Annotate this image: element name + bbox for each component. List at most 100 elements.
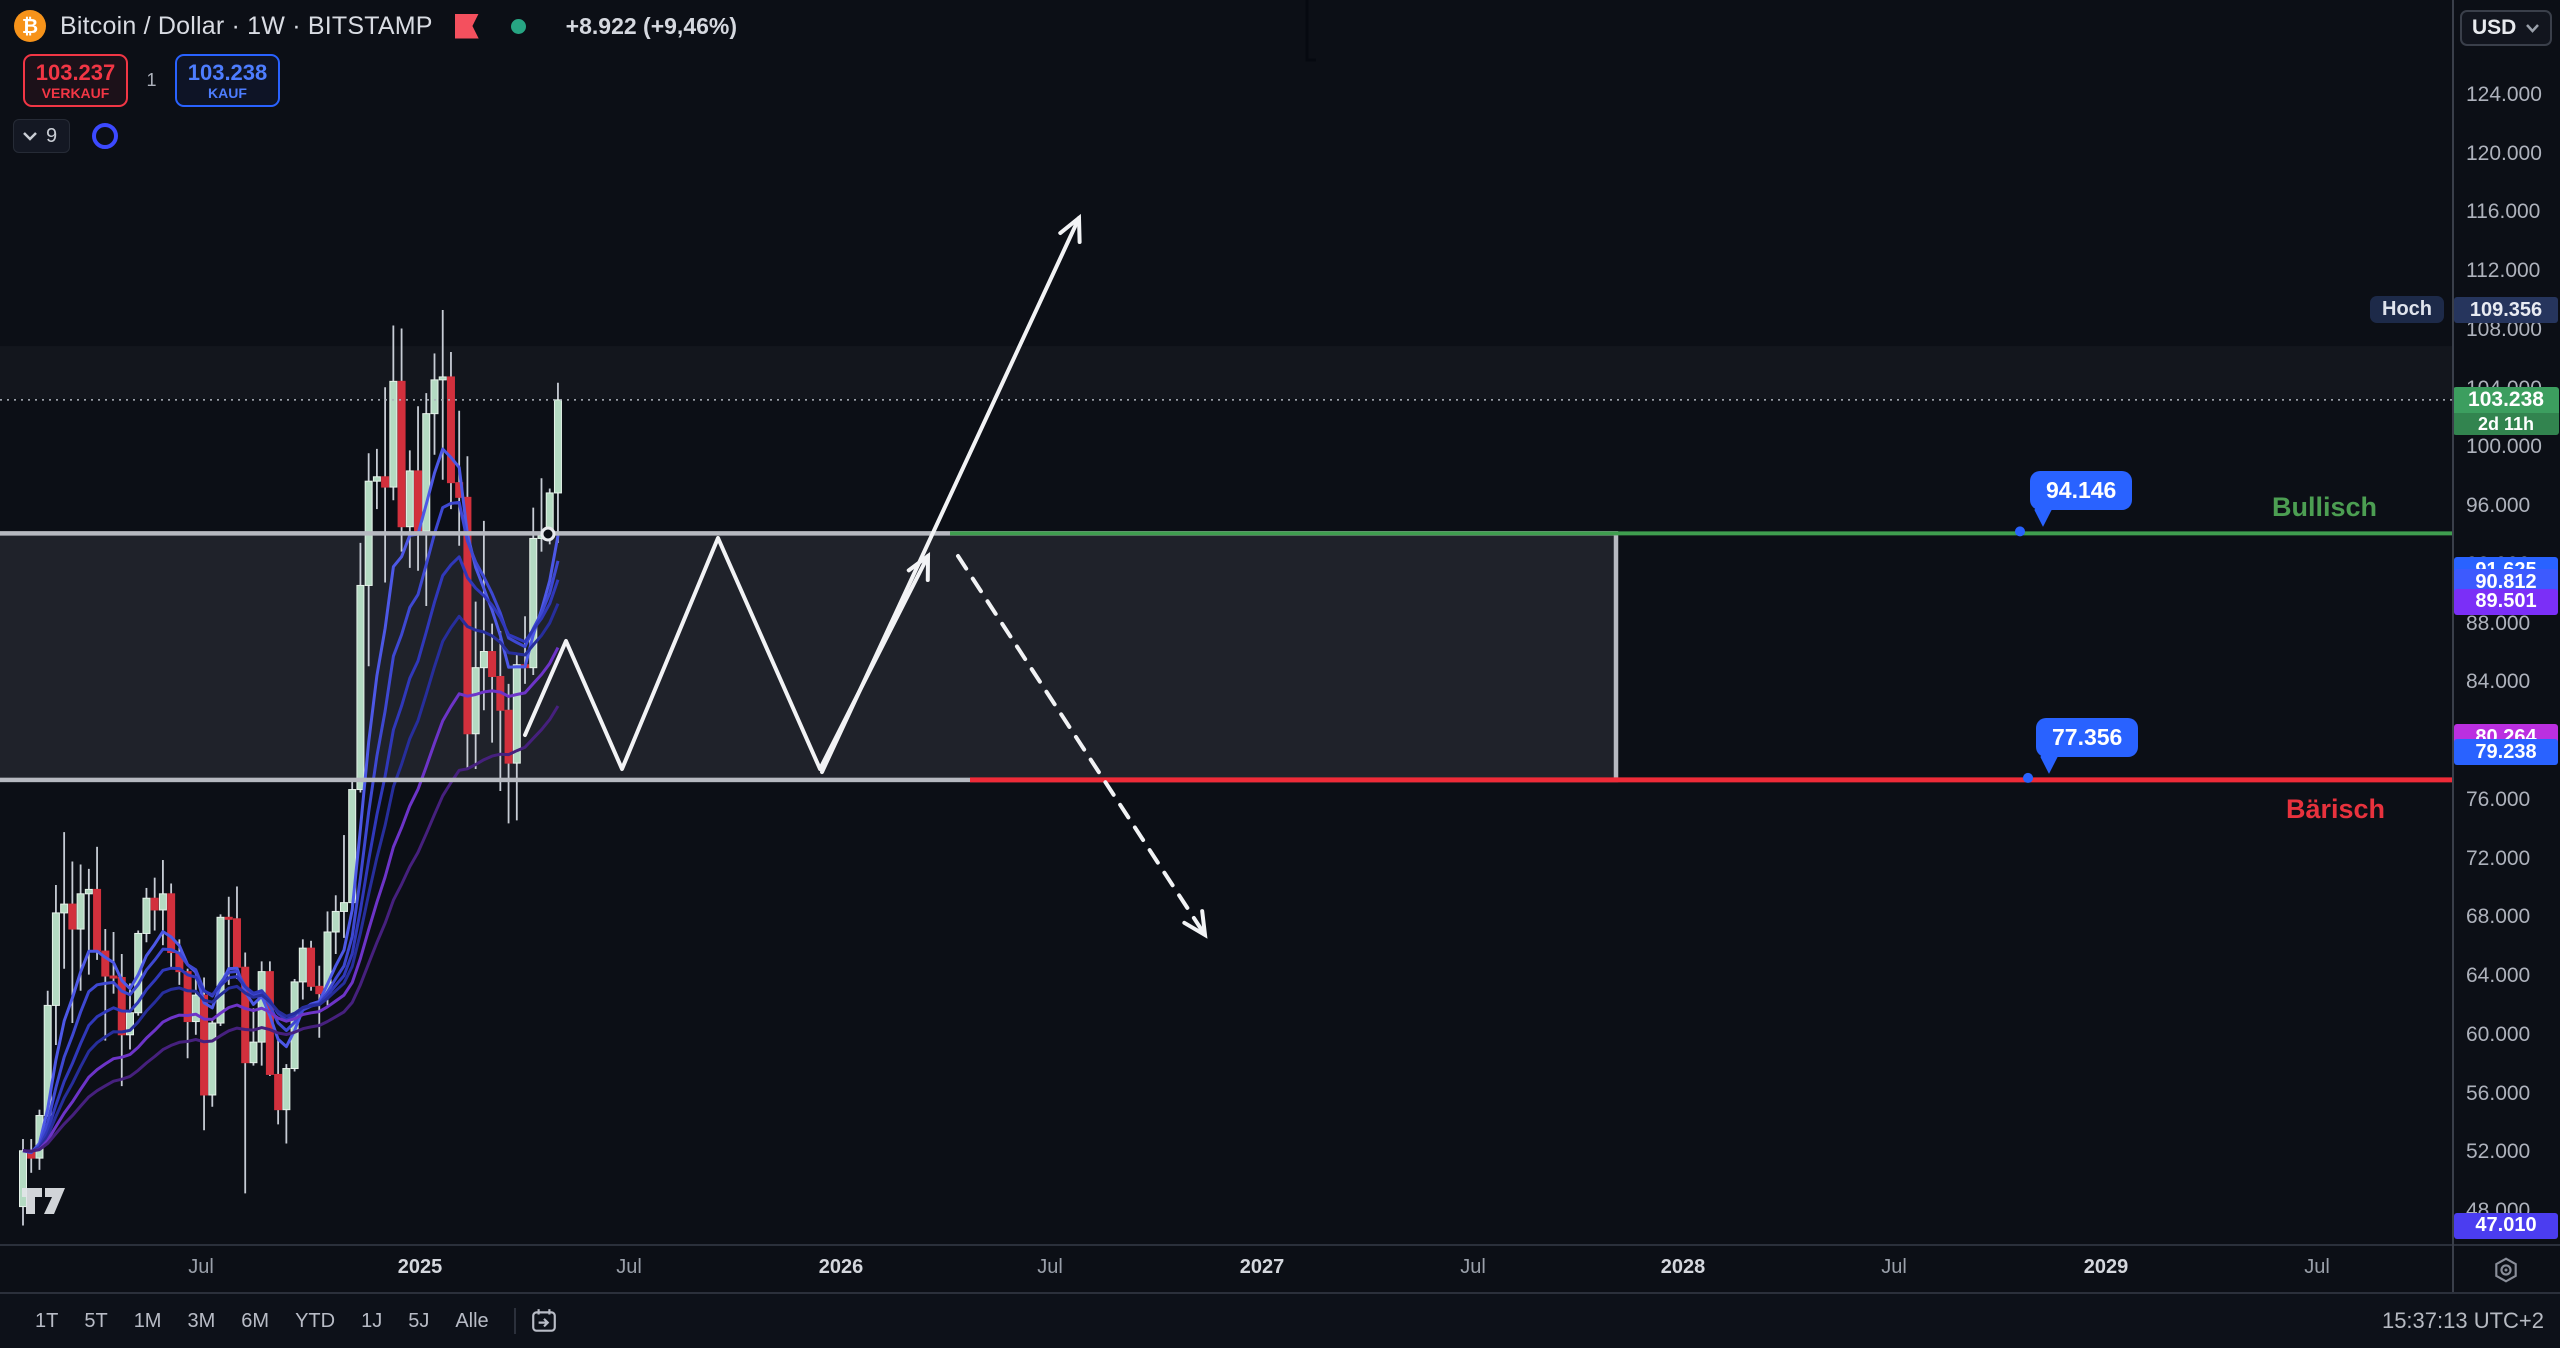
buy-price: 103.238 xyxy=(188,61,268,84)
candle-body xyxy=(69,904,76,929)
range-button-5t[interactable]: 5T xyxy=(73,1306,118,1337)
candle-body xyxy=(406,471,413,527)
candle-body xyxy=(382,477,389,487)
candle-body xyxy=(233,919,240,967)
market-status-icon[interactable] xyxy=(511,19,526,34)
bitcoin-icon: ₿ xyxy=(14,10,46,42)
price-tick-label: 76.000 xyxy=(2466,788,2530,812)
drawing-anchor-handle xyxy=(542,528,554,540)
indicator-logo-icon[interactable] xyxy=(92,123,118,149)
price-axis[interactable]: USD 124.000120.000116.000112.000108.0001… xyxy=(2452,0,2560,1244)
current-price-value: 103.238 xyxy=(2453,387,2559,413)
candle-body xyxy=(159,894,166,910)
high-price-label: Hoch xyxy=(2370,296,2444,323)
time-tick-label: 2027 xyxy=(1240,1256,1285,1279)
range-button-ytd[interactable]: YTD xyxy=(284,1306,346,1337)
time-tick-label: 2025 xyxy=(398,1256,443,1279)
symbol-title[interactable]: Bitcoin / Dollar · 1W · BITSTAMP xyxy=(60,12,433,41)
candle-body xyxy=(110,976,117,978)
price-level-badge: 79.238 xyxy=(2454,739,2558,765)
axis-separator xyxy=(2452,0,2454,1292)
price-tick-label: 56.000 xyxy=(2466,1082,2530,1106)
candle-body xyxy=(390,381,397,487)
candle-body xyxy=(299,948,306,982)
toolbar-divider xyxy=(514,1308,516,1334)
bottom-toolbar: 1T5T1M3M6MYTD1J5JAlle 15:37:13 UTC+2 xyxy=(0,1292,2560,1348)
chart-surface[interactable]: ₿ Bitcoin / Dollar · 1W · BITSTAMP +8.92… xyxy=(0,0,2452,1244)
candle-body xyxy=(225,917,232,919)
price-tick-label: 88.000 xyxy=(2466,612,2530,636)
currency-selector[interactable]: USD xyxy=(2460,10,2552,46)
candle-body xyxy=(357,585,364,789)
price-scale-eye-icon xyxy=(2492,1256,2520,1284)
bearish-level-label: Bärisch xyxy=(2286,794,2385,825)
range-button-6m[interactable]: 6M xyxy=(230,1306,280,1337)
candle-body xyxy=(554,400,561,493)
candle-body xyxy=(447,377,454,483)
bearish-price-callout[interactable]: 77.356 xyxy=(2036,718,2138,757)
time-axis[interactable]: Jul2025Jul2026Jul2027Jul2028Jul2029Jul xyxy=(0,1244,2452,1294)
candle-body xyxy=(398,381,405,526)
candle-body xyxy=(480,652,487,668)
flag-icon[interactable] xyxy=(455,14,479,39)
price-tick-label: 112.000 xyxy=(2466,259,2540,283)
range-button-1j[interactable]: 1J xyxy=(350,1306,393,1337)
candle-body xyxy=(250,1042,257,1063)
crosshair-artifact xyxy=(1307,0,1316,60)
price-tick-label: 100.000 xyxy=(2466,435,2542,459)
indicator-count: 9 xyxy=(46,125,57,148)
range-button-1m[interactable]: 1M xyxy=(123,1306,173,1337)
candle-body xyxy=(489,652,496,677)
callout-anchor-dot xyxy=(2015,526,2025,536)
price-tick-label: 72.000 xyxy=(2466,847,2530,871)
buy-button[interactable]: 103.238 KAUF xyxy=(175,54,280,107)
price-level-badge: 47.010 xyxy=(2454,1213,2558,1239)
candle-body xyxy=(275,1074,282,1109)
candlestick-chart[interactable] xyxy=(0,0,2452,1244)
price-level-badge: 109.356 xyxy=(2454,297,2558,323)
sell-price: 103.237 xyxy=(36,61,116,84)
spread-value: 1 xyxy=(128,70,175,91)
candle-body xyxy=(151,898,158,910)
price-tick-label: 68.000 xyxy=(2466,905,2530,929)
candle-body xyxy=(52,913,59,1006)
price-change: +8.922 (+9,46%) xyxy=(566,13,737,40)
candle-body xyxy=(332,911,339,932)
price-tick-label: 52.000 xyxy=(2466,1140,2530,1164)
candle-body xyxy=(316,986,323,993)
time-tick-label: 2026 xyxy=(819,1256,864,1279)
time-tick-label: Jul xyxy=(1881,1256,1907,1279)
sell-button[interactable]: 103.237 VERKAUF xyxy=(23,54,128,107)
range-button-alle[interactable]: Alle xyxy=(444,1306,499,1337)
clock[interactable]: 15:37:13 UTC+2 xyxy=(2382,1308,2544,1334)
range-button-3m[interactable]: 3M xyxy=(176,1306,226,1337)
time-tick-label: Jul xyxy=(616,1256,642,1279)
candle-body xyxy=(340,903,347,912)
candle-body xyxy=(94,889,101,951)
time-tick-label: Jul xyxy=(1037,1256,1063,1279)
range-button-1t[interactable]: 1T xyxy=(24,1306,69,1337)
price-level-badge: 89.501 xyxy=(2454,589,2558,615)
candle-body xyxy=(77,894,84,929)
indicator-dropdown[interactable]: 9 xyxy=(13,119,70,153)
candle-body xyxy=(217,917,224,1023)
chevron-down-icon xyxy=(2525,23,2540,33)
price-tick-label: 116.000 xyxy=(2466,200,2540,224)
range-button-5j[interactable]: 5J xyxy=(397,1306,440,1337)
bar-close-countdown: 2d 11h xyxy=(2453,413,2559,435)
arrowhead-icon xyxy=(1184,911,1205,935)
candle-body xyxy=(201,995,208,1095)
axis-settings-corner[interactable] xyxy=(2452,1244,2560,1294)
candle-body xyxy=(308,948,315,986)
time-tick-label: Jul xyxy=(2304,1256,2330,1279)
tradingview-logo-icon xyxy=(20,1184,72,1231)
candle-body xyxy=(209,1023,216,1095)
chevron-down-icon xyxy=(22,131,38,141)
price-tick-label: 124.000 xyxy=(2466,83,2542,107)
currency-label: USD xyxy=(2472,16,2516,40)
bullish-level-label: Bullisch xyxy=(2272,492,2377,523)
bullish-price-callout[interactable]: 94.146 xyxy=(2030,471,2132,510)
buy-label: KAUF xyxy=(208,86,247,101)
price-tick-label: 60.000 xyxy=(2466,1023,2530,1047)
go-to-date-button[interactable] xyxy=(530,1307,558,1335)
